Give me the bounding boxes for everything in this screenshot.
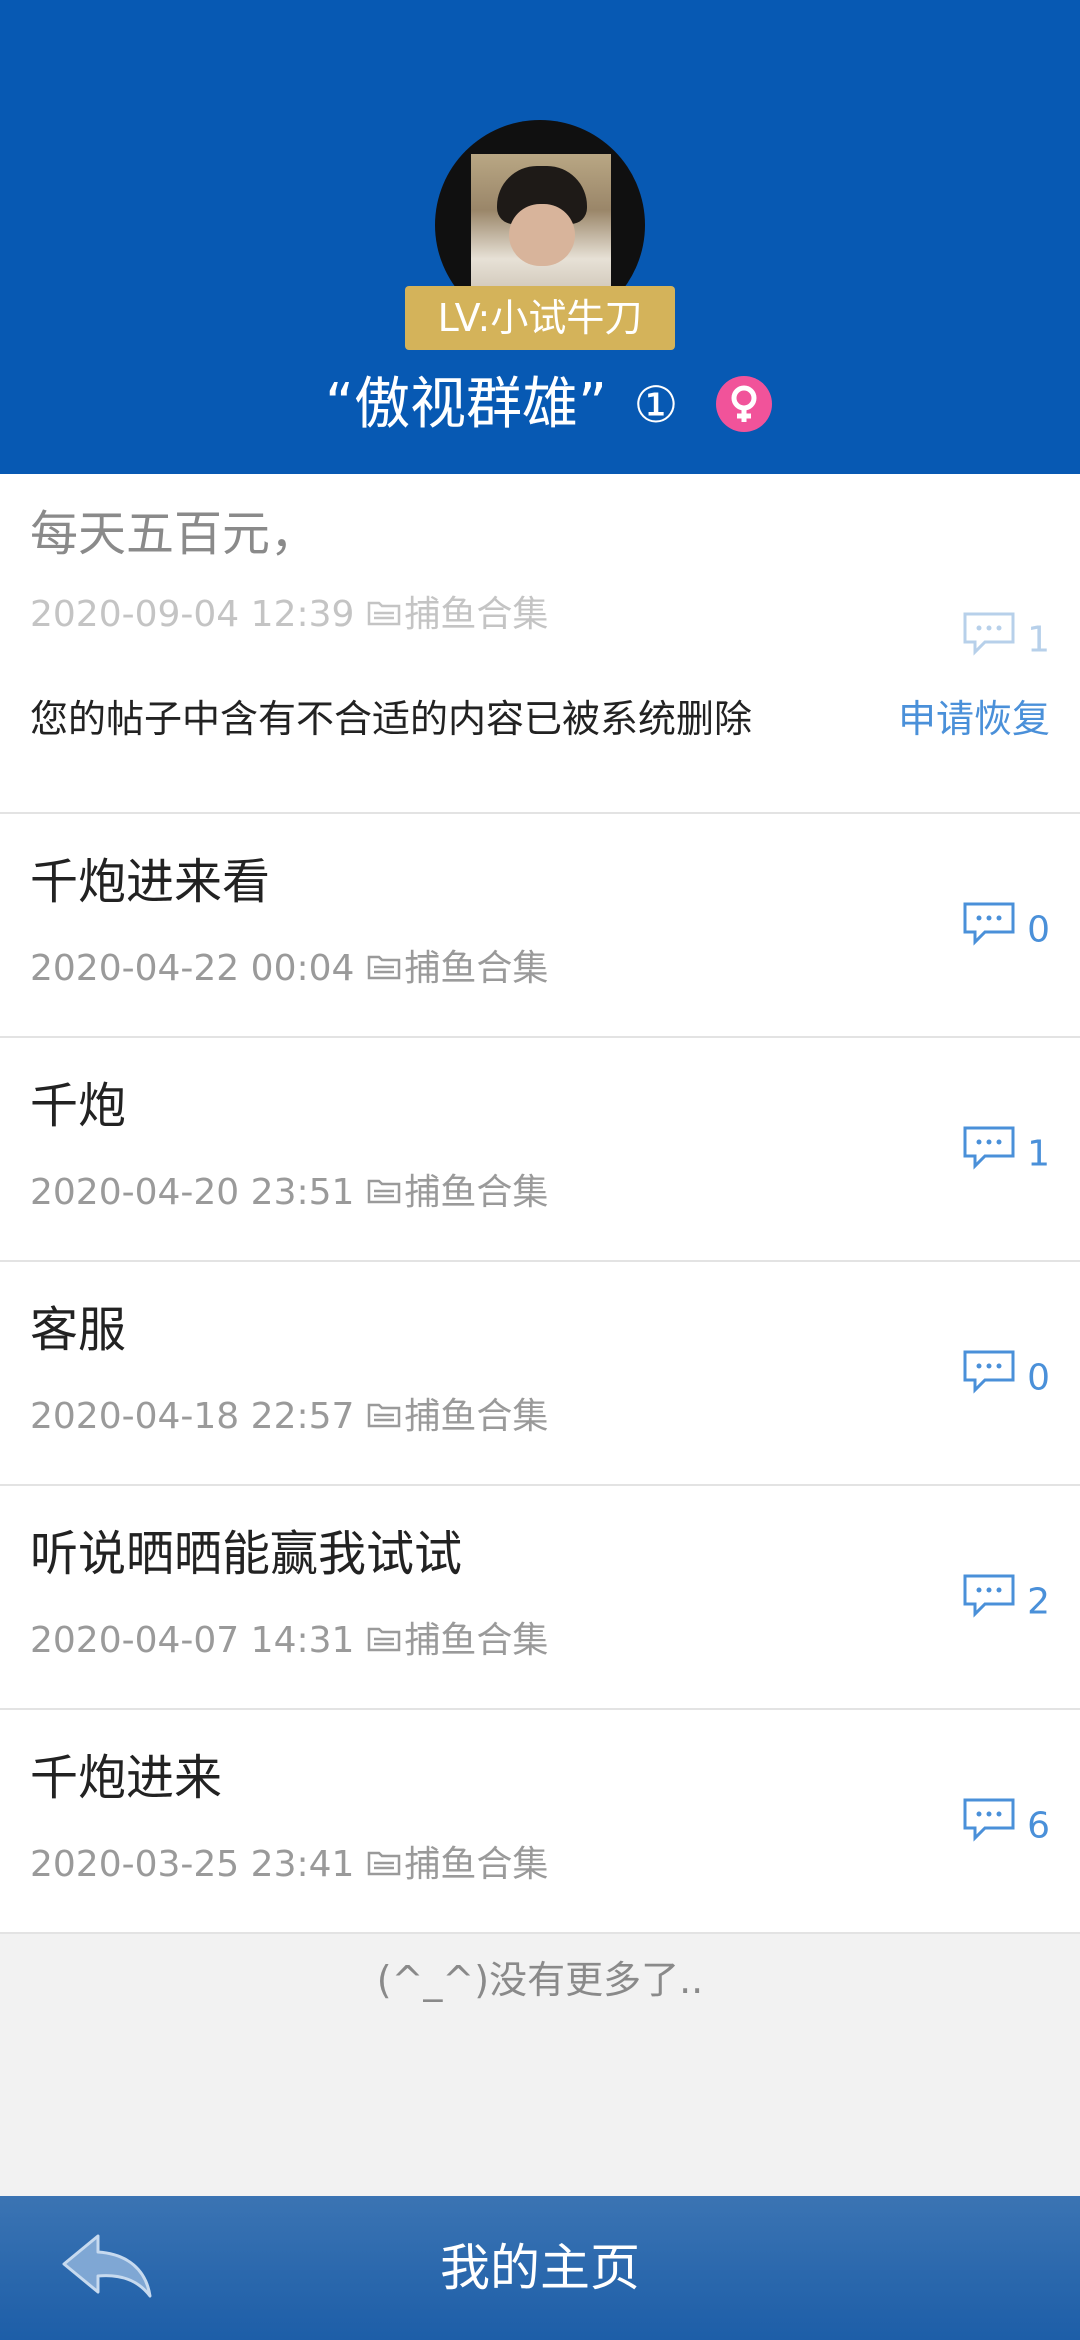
comment-icon — [961, 1796, 1017, 1859]
comment-icon — [961, 900, 1017, 963]
folder-icon — [366, 591, 402, 641]
post-title: 客服 — [30, 1302, 127, 1358]
folder-icon — [366, 1169, 402, 1219]
comment-number: 0 — [1027, 909, 1050, 951]
username: “傲视群雄” — [325, 372, 608, 437]
comment-icon — [961, 1572, 1017, 1635]
comment-number: 1 — [1027, 1133, 1050, 1175]
comment-number: 0 — [1027, 1357, 1050, 1399]
post-category: 捕鱼合集 — [404, 1396, 549, 1437]
post-meta: 2020-04-20 23:51 捕鱼合集 — [30, 1168, 548, 1218]
level-badge: LV:小试牛刀 — [405, 286, 675, 350]
folder-icon — [366, 1617, 402, 1667]
post-category: 捕鱼合集 — [404, 1844, 549, 1885]
post-meta: 2020-04-07 14:31 捕鱼合集 — [30, 1616, 548, 1666]
post-item-deleted[interactable]: 每天五百元， 2020-09-04 12:39 捕鱼合集 1 您的帖子中含有不合适… — [0, 474, 1080, 814]
folder-icon — [366, 1841, 402, 1891]
page-title: 我的主页 — [440, 2239, 640, 2297]
post-list: 每天五百元， 2020-09-04 12:39 捕鱼合集 1 您的帖子中含有不合适… — [0, 474, 1080, 1934]
no-more-text: (^_^)没有更多了.. — [376, 1958, 704, 2002]
comment-number: 1 — [1027, 619, 1050, 661]
post-category: 捕鱼合集 — [404, 948, 549, 989]
folder-icon — [366, 945, 402, 995]
comment-number: 2 — [1027, 1581, 1050, 1623]
comment-icon — [961, 610, 1017, 673]
post-title: 每天五百元， — [30, 506, 319, 562]
post-datetime: 2020-04-20 23:51 — [30, 1172, 355, 1213]
profile-header: LV:小试牛刀 “傲视群雄” ① — [0, 0, 1080, 474]
post-datetime: 2020-09-04 12:39 — [30, 594, 355, 635]
post-meta: 2020-04-22 00:04 捕鱼合集 — [30, 944, 548, 994]
post-title: 千炮进来看 — [30, 854, 271, 910]
restore-request-button[interactable]: 申请恢复 — [898, 694, 1050, 744]
post-item[interactable]: 千炮进来看 2020-04-22 00:04 捕鱼合集 0 — [0, 814, 1080, 1038]
post-datetime: 2020-04-18 22:57 — [30, 1396, 355, 1437]
post-item[interactable]: 千炮进来 2020-03-25 23:41 捕鱼合集 6 — [0, 1710, 1080, 1934]
female-icon — [716, 376, 772, 432]
post-meta: 2020-03-25 23:41 捕鱼合集 — [30, 1840, 548, 1890]
post-datetime: 2020-04-07 14:31 — [30, 1620, 355, 1661]
post-title: 千炮进来 — [30, 1750, 223, 1806]
comment-count[interactable]: 1 — [961, 610, 1050, 666]
post-meta: 2020-09-04 12:39 捕鱼合集 — [30, 590, 548, 640]
post-datetime: 2020-03-25 23:41 — [30, 1844, 355, 1885]
comment-icon — [961, 1124, 1017, 1187]
comment-count[interactable]: 0 — [961, 900, 1050, 956]
back-arrow-icon[interactable] — [58, 2230, 154, 2306]
post-meta: 2020-04-18 22:57 捕鱼合集 — [30, 1392, 548, 1442]
post-category: 捕鱼合集 — [404, 1172, 549, 1213]
post-item[interactable]: 听说晒晒能赢我试试 2020-04-07 14:31 捕鱼合集 2 — [0, 1486, 1080, 1710]
post-item[interactable]: 客服 2020-04-18 22:57 捕鱼合集 0 — [0, 1262, 1080, 1486]
comment-number: 6 — [1027, 1805, 1050, 1847]
comment-icon — [961, 1348, 1017, 1411]
post-item[interactable]: 千炮 2020-04-20 23:51 捕鱼合集 1 — [0, 1038, 1080, 1262]
comment-count[interactable]: 0 — [961, 1348, 1050, 1404]
deleted-notice: 您的帖子中含有不合适的内容已被系统删除 — [30, 697, 753, 741]
folder-icon — [366, 1393, 402, 1443]
comment-count[interactable]: 6 — [961, 1796, 1050, 1852]
post-title: 听说晒晒能赢我试试 — [30, 1526, 463, 1582]
post-category: 捕鱼合集 — [404, 1620, 549, 1661]
comment-count[interactable]: 1 — [961, 1124, 1050, 1180]
post-category: 捕鱼合集 — [404, 594, 549, 635]
user-level-number: ① — [633, 376, 679, 434]
post-title: 千炮 — [30, 1078, 127, 1134]
comment-count[interactable]: 2 — [961, 1572, 1050, 1628]
post-datetime: 2020-04-22 00:04 — [30, 948, 355, 989]
bottom-bar: 我的主页 — [0, 2196, 1080, 2340]
